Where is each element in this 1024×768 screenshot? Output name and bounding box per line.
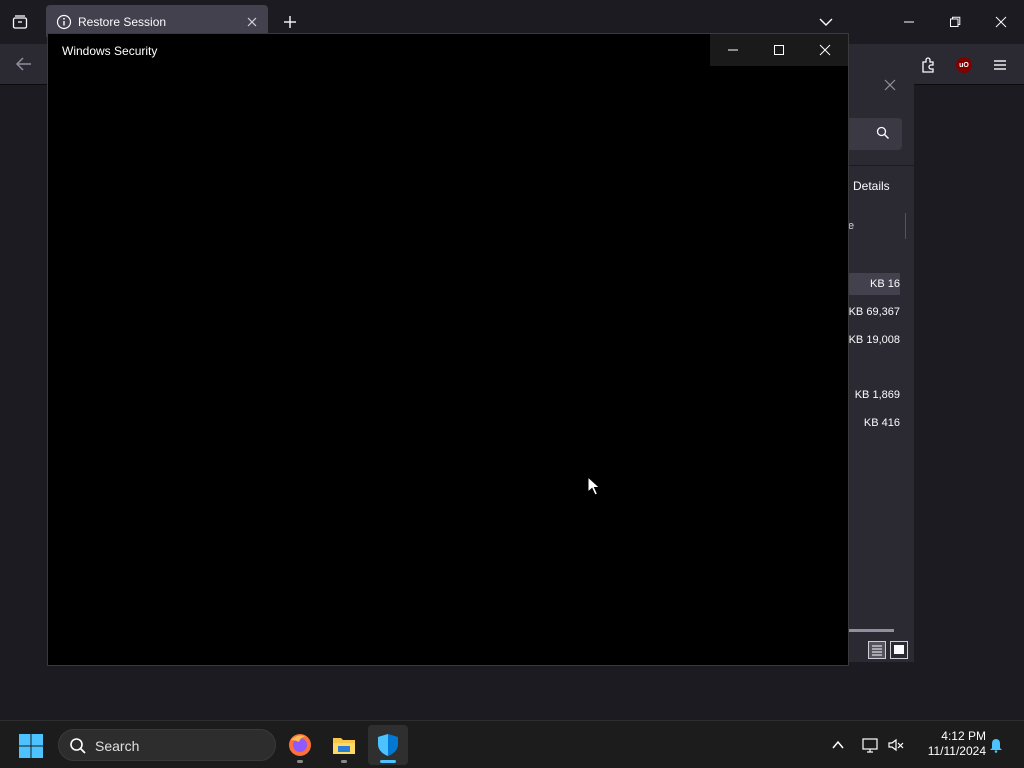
back-arrow-icon[interactable] [14, 54, 34, 74]
network-icon[interactable] [860, 735, 880, 755]
restore-icon[interactable] [943, 10, 967, 34]
minimize-icon[interactable] [710, 34, 756, 66]
running-indicator [297, 760, 303, 763]
info-icon [56, 14, 72, 30]
folder-icon [333, 738, 355, 754]
clock-time: 4:12 PM [941, 729, 986, 743]
list-item[interactable]: 416 KB [848, 412, 900, 434]
details-button[interactable]: Details [853, 179, 890, 193]
file-explorer-taskbar-button[interactable] [324, 725, 364, 765]
ublock-origin-icon[interactable]: uO [953, 54, 975, 76]
list-item[interactable]: 69,367 KB [848, 301, 900, 323]
volume-muted-icon[interactable] [886, 735, 906, 755]
window-controls [710, 34, 848, 66]
background-file-panel: Details e 16 KB 69,367 KB 19,008 KB 1,86… [848, 71, 914, 662]
close-icon[interactable] [802, 34, 848, 66]
new-tab-icon[interactable] [280, 12, 300, 32]
list-item[interactable]: 16 KB [848, 273, 900, 295]
firefox-icon [289, 734, 311, 756]
running-indicator [341, 760, 347, 763]
extensions-icon[interactable] [918, 54, 940, 76]
firefox-view-icon[interactable] [8, 10, 32, 34]
thumbnail-view-icon[interactable] [890, 641, 908, 659]
panel-search-input[interactable] [848, 118, 902, 150]
chevron-up-icon[interactable] [828, 735, 848, 755]
windows-security-taskbar-button[interactable] [368, 725, 408, 765]
windows-security-window: Windows Security [47, 33, 849, 666]
search-label: Search [95, 738, 140, 754]
details-view-icon[interactable] [868, 641, 886, 659]
windows-start-icon[interactable] [18, 733, 44, 759]
list-item[interactable]: 1,869 KB [848, 384, 900, 406]
search-icon [69, 737, 87, 755]
window-title: Windows Security [62, 44, 158, 58]
taskbar: Search 4:12 PM 11/11/2024 [0, 720, 1024, 768]
close-icon[interactable] [989, 10, 1013, 34]
search-icon [876, 126, 890, 140]
running-indicator [380, 760, 396, 763]
chevron-down-icon[interactable] [816, 12, 836, 32]
tab-close-icon[interactable] [244, 14, 260, 30]
list-item[interactable]: 19,008 KB [848, 329, 900, 351]
mouse-cursor-icon [587, 475, 601, 496]
panel-divider [848, 165, 914, 166]
panel-close-icon[interactable] [882, 77, 898, 93]
column-header-size[interactable]: e [848, 213, 906, 239]
tab-title: Restore Session [78, 15, 167, 29]
horizontal-scrollbar[interactable] [848, 629, 894, 632]
notification-bell-icon[interactable] [986, 735, 1006, 755]
system-clock[interactable]: 4:12 PM 11/11/2024 [914, 729, 986, 759]
hamburger-menu-icon[interactable] [989, 54, 1011, 76]
minimize-icon[interactable] [897, 10, 921, 34]
taskbar-search-input[interactable]: Search [58, 729, 276, 761]
maximize-icon[interactable] [756, 34, 802, 66]
shield-icon [378, 734, 398, 756]
firefox-taskbar-button[interactable] [280, 725, 320, 765]
clock-date: 11/11/2024 [927, 744, 986, 758]
